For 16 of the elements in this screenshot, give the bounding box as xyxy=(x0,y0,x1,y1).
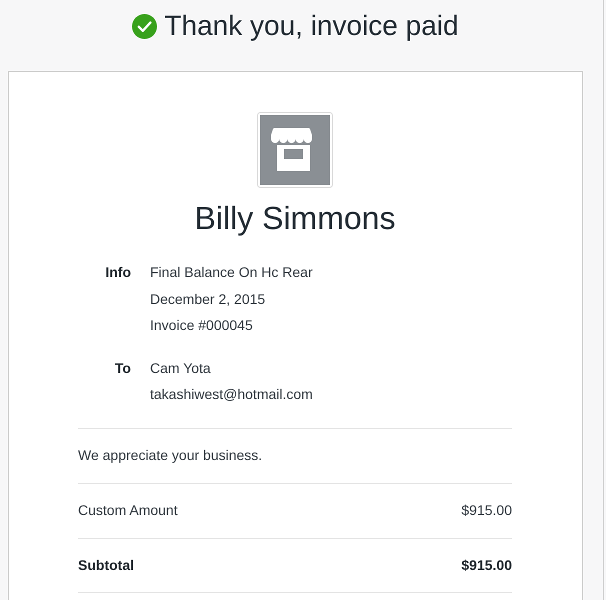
detail-value: December 2, 2015 xyxy=(150,290,266,308)
merchant-name: Billy Simmons xyxy=(194,199,396,238)
subtotal-amount: $915.00 xyxy=(461,556,512,574)
detail-label: Info xyxy=(104,263,131,282)
detail-value: takashiwest@hotmail.com xyxy=(150,385,313,404)
line-item-amount: $915.00 xyxy=(461,501,512,520)
thank-you-message: We appreciate your business. xyxy=(78,446,262,465)
detail-value: Final Balance On Hc Rear xyxy=(150,263,313,282)
page-title: Thank you, invoice paid xyxy=(164,9,459,43)
store-icon xyxy=(257,112,333,188)
line-item-label: Custom Amount xyxy=(78,501,178,520)
subtotal-label: Subtotal xyxy=(78,556,134,574)
detail-value: Invoice #000045 xyxy=(150,316,253,335)
detail-label: To xyxy=(114,358,131,378)
check-circle-icon xyxy=(132,14,158,38)
detail-value: Cam Yota xyxy=(150,358,211,378)
